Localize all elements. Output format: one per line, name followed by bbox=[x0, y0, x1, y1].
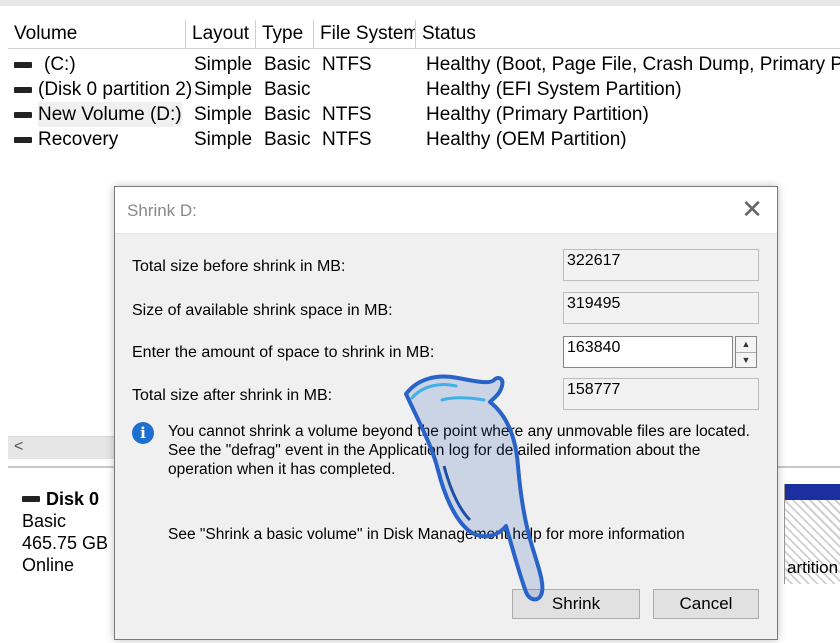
partition-bar bbox=[785, 484, 840, 500]
disk-type: Basic bbox=[22, 511, 67, 531]
drive-icon bbox=[14, 136, 32, 143]
disk-state: Online bbox=[22, 555, 75, 575]
shrink-amount-spinner[interactable]: ▲ ▼ bbox=[735, 336, 757, 368]
volume-name: Recovery bbox=[38, 129, 119, 150]
volume-type: Basic bbox=[264, 54, 311, 75]
shrink-button[interactable]: Shrink bbox=[512, 589, 640, 619]
column-header-layout[interactable]: Layout bbox=[186, 20, 256, 48]
shrink-amount-label: Enter the amount of space to shrink in M… bbox=[132, 344, 435, 361]
volume-layout: Simple bbox=[194, 104, 253, 125]
info-message: You cannot shrink a volume beyond the po… bbox=[168, 423, 750, 478]
volume-status: Healthy (OEM Partition) bbox=[426, 129, 627, 150]
table-row[interactable]: Recovery Simple Basic NTFS Healthy (OEM … bbox=[14, 127, 840, 152]
column-header-volume[interactable]: Volume bbox=[8, 20, 186, 48]
available-shrink-value: 319495 bbox=[563, 292, 759, 324]
volume-file-system: NTFS bbox=[322, 54, 372, 75]
volume-type: Basic bbox=[264, 104, 311, 125]
available-shrink-label: Size of available shrink space in MB: bbox=[132, 302, 393, 319]
partition-block[interactable]: artition bbox=[784, 484, 840, 584]
volume-list-header: Volume Layout Type File System Status bbox=[8, 20, 840, 49]
dialog-titlebar: Shrink D: ✕ bbox=[115, 187, 777, 234]
volume-layout: Simple bbox=[194, 79, 253, 100]
volume-file-system: NTFS bbox=[322, 129, 372, 150]
volume-type: Basic bbox=[264, 79, 311, 100]
cancel-button[interactable]: Cancel bbox=[653, 589, 759, 619]
info-icon: i bbox=[132, 422, 154, 444]
volume-name: (Disk 0 partition 2) bbox=[38, 79, 193, 100]
volume-layout: Simple bbox=[194, 54, 253, 75]
shrink-dialog: Shrink D: ✕ Total size before shrink in … bbox=[114, 186, 778, 640]
volume-status: Healthy (Primary Partition) bbox=[426, 104, 649, 125]
partition-label: artition bbox=[787, 558, 839, 577]
horizontal-scrollbar[interactable]: < bbox=[8, 436, 118, 459]
drive-icon bbox=[14, 86, 32, 93]
close-icon[interactable]: ✕ bbox=[741, 195, 763, 223]
dialog-body: Total size before shrink in MB: 322617 S… bbox=[115, 234, 777, 639]
volume-status: Healthy (Boot, Page File, Crash Dump, Pr… bbox=[426, 54, 840, 75]
total-size-before-value: 322617 bbox=[563, 249, 759, 281]
volume-file-system: NTFS bbox=[322, 104, 372, 125]
volume-type: Basic bbox=[264, 129, 311, 150]
partition-hatch: artition bbox=[785, 500, 840, 584]
spin-down-icon[interactable]: ▼ bbox=[736, 352, 756, 368]
total-size-before-label: Total size before shrink in MB: bbox=[132, 258, 346, 275]
help-message: See "Shrink a basic volume" in Disk Mana… bbox=[168, 526, 685, 543]
volume-name: (C:) bbox=[44, 54, 76, 75]
total-size-after-label: Total size after shrink in MB: bbox=[132, 387, 333, 404]
volume-file-system bbox=[322, 77, 426, 102]
column-header-file-system[interactable]: File System bbox=[314, 20, 416, 48]
drive-icon bbox=[14, 111, 32, 118]
total-size-after-value: 158777 bbox=[563, 378, 759, 410]
volume-name: New Volume (D:) bbox=[38, 102, 182, 127]
scroll-left-icon[interactable]: < bbox=[14, 438, 23, 456]
spin-up-icon[interactable]: ▲ bbox=[736, 337, 756, 352]
disk-info[interactable]: Disk 0 Basic 465.75 GB Online bbox=[22, 488, 108, 576]
table-row[interactable]: (C:) Simple Basic NTFS Healthy (Boot, Pa… bbox=[14, 52, 840, 77]
column-header-type[interactable]: Type bbox=[256, 20, 314, 48]
disk-size: 465.75 GB bbox=[22, 533, 109, 553]
dialog-title: Shrink D: bbox=[127, 201, 197, 220]
disk-icon bbox=[22, 496, 40, 502]
drive-icon bbox=[14, 61, 32, 68]
column-header-status[interactable]: Status bbox=[416, 20, 840, 48]
shrink-amount-input[interactable]: 163840 bbox=[563, 336, 733, 368]
volume-status: Healthy (EFI System Partition) bbox=[426, 79, 682, 100]
volume-layout: Simple bbox=[194, 129, 253, 150]
disk-name: Disk 0 bbox=[46, 489, 100, 509]
table-row[interactable]: New Volume (D:) Simple Basic NTFS Health… bbox=[14, 102, 840, 127]
table-row[interactable]: (Disk 0 partition 2) Simple Basic Health… bbox=[14, 77, 840, 102]
